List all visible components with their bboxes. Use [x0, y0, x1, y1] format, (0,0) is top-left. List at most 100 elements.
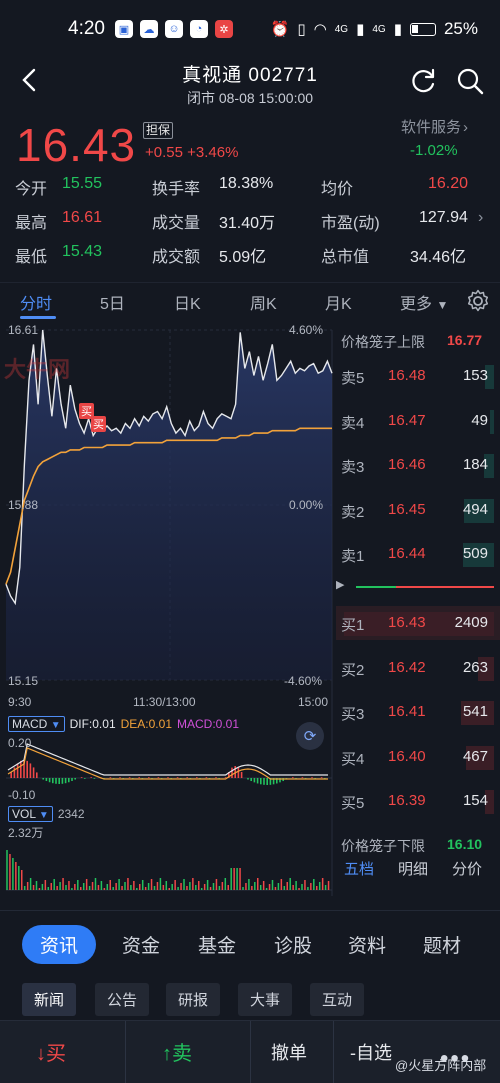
tab-diagnose[interactable]: 诊股 — [274, 931, 312, 958]
chat-app-icon: ◔ — [189, 20, 208, 38]
order-book-row[interactable]: 买1 16.43 2409 — [336, 606, 500, 640]
caret-down-icon: ▼ — [436, 298, 449, 312]
bank-app-icon: ▣ — [114, 20, 133, 38]
tab-daily-k[interactable]: 日K — [174, 290, 201, 314]
watermark-text: 大牛网 — [4, 357, 71, 382]
amount-label: 成交额 — [152, 249, 201, 266]
order-book-row[interactable]: 买4 16.40 467 — [336, 740, 500, 774]
quote-row-2: 最高 16.61 成交量 31.40万 市盈(动) 127.94 › — [0, 209, 500, 235]
order-book-row[interactable]: 买2 16.42 263 — [336, 651, 500, 685]
stock-header: 真视通 002771 闭市 08-08 15:00:00 — [0, 58, 500, 110]
cancel-order-button[interactable]: 撤单 — [271, 1039, 307, 1065]
tab-theme[interactable]: 题材 — [423, 931, 461, 958]
notification-icons: ▣ ☁ ☺ ◔ ✲ — [114, 20, 233, 38]
level-volume: 2409 — [454, 614, 488, 631]
tab-profile[interactable]: 资料 — [348, 931, 386, 958]
subtab-news[interactable]: 新闻 — [22, 983, 77, 1016]
price-axis-top: 16.61 — [8, 323, 39, 337]
tab-news-info[interactable]: 资讯 — [22, 925, 97, 964]
level-label: 买2 — [341, 661, 365, 679]
pe-value: 127.94 — [419, 209, 468, 226]
order-book-row[interactable]: 卖2 16.45 494 — [336, 493, 500, 527]
avg-value: 16.20 — [428, 175, 469, 192]
refresh-icon[interactable] — [410, 67, 438, 95]
mascot-app-icon: ☺ — [164, 20, 183, 38]
buy-marker: 买 — [91, 416, 106, 432]
vol-axis-top: 2.32万 — [8, 826, 44, 840]
open-value: 15.55 — [62, 175, 103, 192]
tab-intraday[interactable]: 分时 — [20, 290, 52, 314]
turnover-rate-value: 18.38% — [219, 175, 274, 192]
level-price: 16.46 — [388, 456, 426, 473]
level-label: 卖3 — [341, 459, 365, 476]
gift-app-icon: ✲ — [214, 20, 233, 38]
gear-icon[interactable] — [466, 289, 490, 313]
level-price: 16.39 — [388, 792, 426, 809]
macd-header: MACD ▼ DIF:0.01 DEA:0.01 MACD:0.01 — [8, 716, 239, 732]
subtab-events[interactable]: 大事 — [238, 983, 293, 1016]
tab-funds[interactable]: 资金 — [122, 931, 160, 958]
tab-price-distribution[interactable]: 分价 — [452, 858, 482, 879]
macd-label: MACD — [12, 717, 48, 731]
level-volume: 154 — [462, 792, 488, 809]
volume-label: 成交量 — [152, 215, 201, 232]
buy-button[interactable]: ↓买 — [36, 1037, 66, 1066]
tab-five-levels[interactable]: 五档 — [344, 858, 374, 879]
time-axis-mid: 11:30/13:00 — [133, 695, 196, 709]
caret-down-icon: ▼ — [50, 720, 61, 731]
chevron-right-icon[interactable]: › — [478, 209, 483, 227]
margin-badge: 担保 — [143, 122, 174, 139]
dea-line — [7, 747, 328, 780]
level-price: 16.47 — [388, 411, 426, 429]
order-book-row[interactable]: 卖3 16.46 184 — [336, 448, 500, 482]
sell-button[interactable]: ↑卖 — [162, 1037, 192, 1066]
order-book-row[interactable]: 卖5 16.48 153 — [336, 359, 500, 393]
quote-row-1: 今开 15.55 换手率 18.38% 均价 16.20 — [0, 175, 500, 201]
status-time: 4:20 — [68, 18, 105, 39]
upper-limit-value: 16.77 — [447, 332, 483, 348]
battery-percent: 25% — [443, 19, 478, 38]
tab-fund[interactable]: 基金 — [198, 931, 236, 958]
lower-limit: 价格笼子下限 16.10 — [341, 836, 500, 856]
sector-link[interactable]: 软件服务 › — [401, 116, 468, 137]
vol-selector[interactable]: VOL ▼ — [8, 806, 53, 822]
indicator-toggle-icon[interactable]: ⟳ — [296, 722, 324, 750]
price-change: +0.55 +3.46% — [145, 144, 239, 161]
mktcap-value: 34.46亿 — [410, 249, 467, 266]
tab-more[interactable]: 更多 ▼ — [400, 290, 448, 314]
level-label: 买5 — [341, 795, 365, 812]
turnover-rate-label: 换手率 — [152, 181, 201, 198]
vol-label: VOL — [12, 807, 36, 821]
macd-selector[interactable]: MACD ▼ — [8, 716, 65, 732]
tab-monthly-k[interactable]: 月K — [325, 290, 352, 314]
level-volume: 153 — [462, 367, 488, 384]
tab-weekly-k[interactable]: 周K — [250, 290, 277, 314]
order-book-row[interactable]: 卖4 16.47 49 — [336, 404, 500, 438]
order-book-row[interactable]: 卖1 16.44 509 — [336, 537, 500, 571]
subtab-interaction[interactable]: 互动 — [310, 983, 365, 1016]
caret-down-icon: ▼ — [38, 810, 49, 821]
subtab-announcements[interactable]: 公告 — [95, 983, 150, 1016]
play-triangle-icon: ▶ — [336, 579, 345, 591]
tab-details[interactable]: 明细 — [398, 858, 428, 879]
subtab-research[interactable]: 研报 — [166, 983, 221, 1016]
level-label: 卖4 — [341, 414, 365, 432]
macd-axis-bottom: -0.10 — [8, 788, 36, 802]
tab-5day[interactable]: 5日 — [100, 290, 125, 314]
level-label: 卖5 — [341, 370, 365, 387]
volume-value: 31.40万 — [219, 215, 276, 232]
level-price: 16.41 — [388, 703, 426, 720]
order-book-row[interactable]: 买3 16.41 541 — [336, 695, 500, 729]
level-volume: 494 — [462, 500, 488, 518]
dif-value: DIF:0.01 — [69, 717, 116, 731]
order-book-row[interactable]: 买5 16.39 154 — [336, 784, 500, 818]
chevron-right-icon: › — [463, 119, 469, 136]
sell-arrow-icon: ↑ — [162, 1043, 172, 1065]
watchlist-button[interactable]: -自选 — [350, 1039, 392, 1065]
upper-limit: 价格笼子上限 16.77 — [341, 332, 500, 352]
intraday-chart[interactable]: 16.61 15.88 15.15 4.60% 0.00% -4.60% 9:3… — [0, 318, 336, 896]
level-label: 买4 — [341, 750, 365, 768]
price-axis-bottom: 15.15 — [8, 674, 39, 688]
search-icon[interactable] — [456, 67, 484, 95]
dea-value: DEA:0.01 — [120, 717, 172, 731]
